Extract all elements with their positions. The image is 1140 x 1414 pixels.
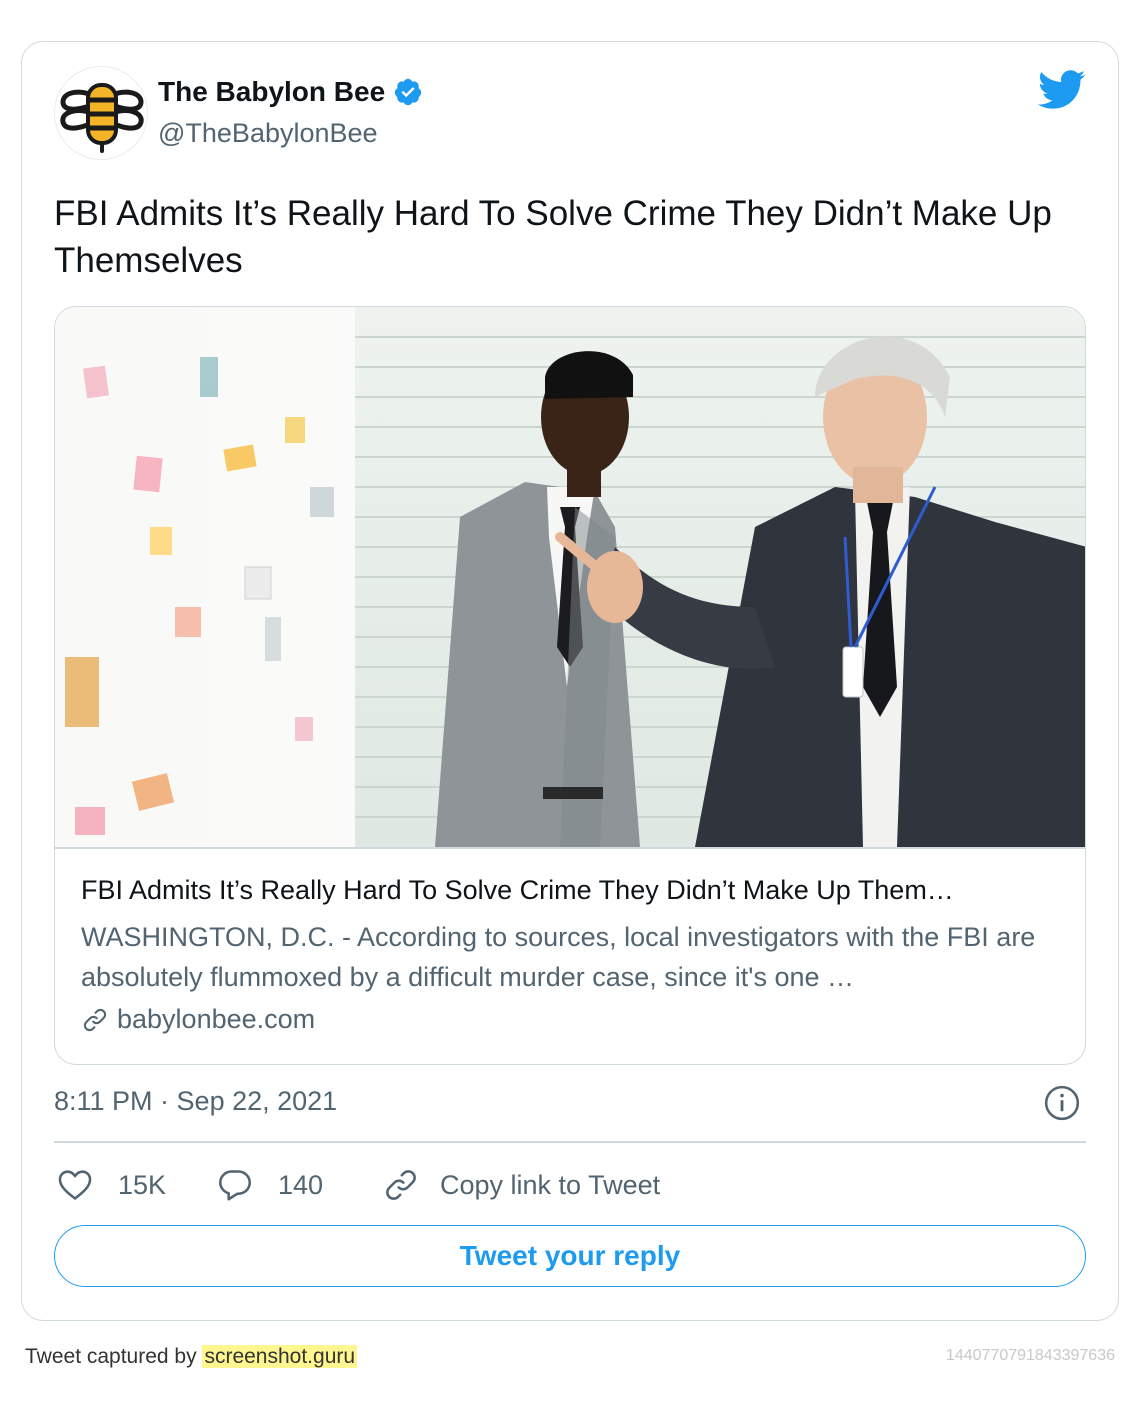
link-domain[interactable]: babylonbee.com	[117, 1004, 315, 1035]
like-button[interactable]: 15K	[56, 1166, 216, 1204]
link-preview-image[interactable]	[55, 307, 1085, 847]
link-domain-row[interactable]: babylonbee.com	[81, 1004, 315, 1035]
verified-badge-icon	[395, 78, 422, 106]
link-icon	[386, 1170, 416, 1200]
tweet-your-reply-button[interactable]: Tweet your reply	[54, 1225, 1086, 1287]
author-name-row[interactable]: The Babylon Bee	[158, 76, 423, 108]
link-preview-card[interactable]: FBI Admits It’s Really Hard To Solve Cri…	[54, 306, 1086, 1065]
author-name[interactable]: The Babylon Bee	[158, 76, 385, 108]
tweet-text: FBI Admits It’s Really Hard To Solve Cri…	[54, 194, 1052, 280]
author-handle[interactable]: @TheBabylonBee	[158, 118, 378, 149]
link-description: WASHINGTON, D.C. - According to sources,…	[81, 922, 1036, 992]
twitter-bird-icon[interactable]	[1038, 70, 1086, 110]
reply-count: 140	[278, 1169, 324, 1200]
link-card-divider	[55, 847, 1085, 849]
tweet-timestamp[interactable]: 8:11 PM · Sep 22, 2021	[54, 1086, 337, 1117]
link-icon	[83, 1008, 107, 1031]
captured-by-label: Tweet captured by	[25, 1345, 197, 1368]
tweet-id: 1440770791843397636	[945, 1347, 1115, 1364]
actions-divider	[54, 1141, 1086, 1143]
tweet-actions: 15K 140 Copy link to Tweet	[56, 1160, 660, 1210]
copy-link-button[interactable]: Copy link to Tweet	[382, 1166, 660, 1204]
info-icon[interactable]	[1043, 1084, 1081, 1122]
reply-button[interactable]: 140	[216, 1166, 382, 1204]
reply-bubble-icon	[219, 1170, 251, 1201]
office-photo	[55, 307, 1085, 847]
copy-link-label: Copy link to Tweet	[440, 1169, 661, 1200]
capture-footer: Tweet captured by screenshot.guru	[25, 1345, 358, 1369]
screenshot-guru-link[interactable]: screenshot.guru	[202, 1345, 358, 1368]
babylon-bee-logo	[55, 67, 147, 159]
like-count: 15K	[118, 1169, 167, 1200]
author-avatar[interactable]	[54, 66, 148, 160]
heart-icon	[58, 1170, 92, 1200]
link-title[interactable]: FBI Admits It’s Really Hard To Solve Cri…	[81, 875, 1061, 906]
